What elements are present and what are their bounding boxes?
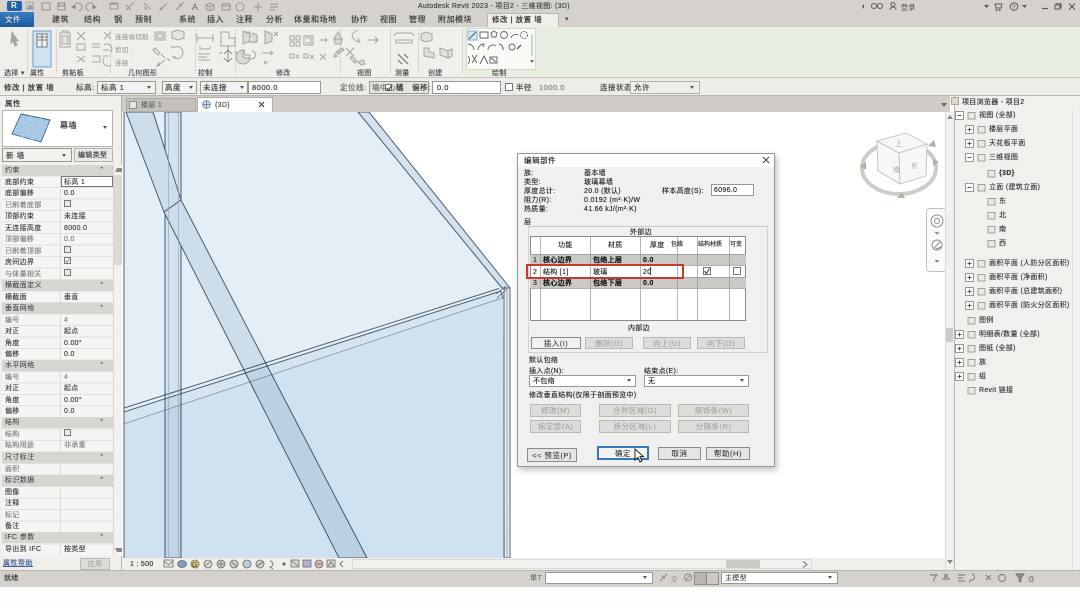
svg-text::0: :0 [670,575,677,584]
svg-text:连接端切割 ·: 连接端切割 · [115,32,153,41]
svg-text:?: ? [1012,4,1016,11]
svg-text:A: A [192,2,198,11]
svg-text::0: :0 [1027,575,1034,584]
svg-text:南: 南 [893,165,900,174]
svg-text:上: 上 [895,139,902,148]
svg-text:剪切 ·: 剪切 · [115,45,133,54]
svg-text:G: G [192,562,197,569]
svg-text:连接 ·: 连接 · [115,58,133,67]
svg-text:登录: 登录 [901,3,916,12]
svg-text:东: 东 [911,161,918,170]
